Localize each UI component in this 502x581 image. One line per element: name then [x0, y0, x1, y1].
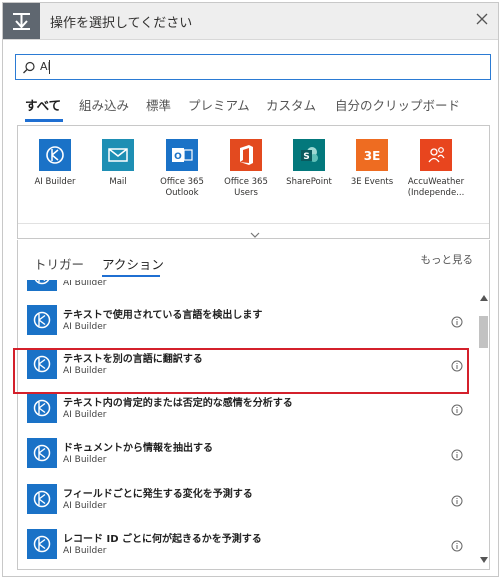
- tab-actions[interactable]: アクション: [102, 254, 164, 273]
- ai-builder-icon: [27, 280, 57, 291]
- dialog-title: 操作を選択してください: [50, 16, 193, 31]
- info-icon[interactable]: [451, 446, 463, 461]
- ai-builder-icon: [27, 484, 57, 514]
- connector-outlook[interactable]: O Office 365 Outlook: [149, 139, 215, 199]
- connector-label: AI Builder: [34, 177, 76, 187]
- connector-mail[interactable]: Mail: [85, 139, 151, 188]
- sharepoint-icon: S: [293, 139, 325, 171]
- action-connector: AI Builder: [63, 322, 107, 332]
- text-caret: [49, 60, 50, 74]
- info-icon[interactable]: [451, 537, 463, 552]
- connector-grid: AI Builder Mail O Office 365 Outlook Off…: [17, 125, 490, 239]
- tab-standard[interactable]: 標準: [146, 95, 171, 114]
- ai-builder-icon: [27, 393, 57, 423]
- action-title: ドキュメントから情報を抽出する: [63, 443, 213, 454]
- list-item[interactable]: レコード ID ごとに何が起きるかを予測する AI Builder: [18, 521, 476, 565]
- list-item[interactable]: フィールドごとに発生する変化を予測する AI Builder: [18, 476, 476, 520]
- action-title: フィールドごとに発生する変化を予測する: [63, 489, 253, 500]
- dialog-header: 操作を選択してください: [3, 3, 498, 40]
- divider: [18, 223, 489, 224]
- svg-text:O: O: [174, 152, 182, 162]
- accuweather-icon: [420, 139, 452, 171]
- office-icon: [230, 139, 262, 171]
- info-icon[interactable]: [451, 401, 463, 416]
- active-tab-indicator: [25, 119, 63, 122]
- connector-label: Office 365 Users: [224, 177, 268, 198]
- tab-premium[interactable]: プレミアム: [188, 95, 250, 114]
- svg-text:3E: 3E: [364, 149, 381, 163]
- scroll-up-arrow-icon[interactable]: [480, 286, 488, 305]
- list-item[interactable]: ドキュメントから情報を抽出する AI Builder: [18, 430, 476, 474]
- chevron-down-icon[interactable]: [248, 225, 262, 238]
- selected-action-highlight: [13, 348, 469, 394]
- ai-builder-icon: [39, 139, 71, 171]
- list-item[interactable]: テキストで使用されている言語を検出します AI Builder: [18, 297, 476, 341]
- info-icon[interactable]: [451, 492, 463, 507]
- info-icon[interactable]: [451, 313, 463, 328]
- action-connector: AI Builder: [63, 455, 107, 465]
- connector-label: Mail: [109, 177, 127, 187]
- tab-custom[interactable]: カスタム: [266, 95, 316, 114]
- mail-icon: [102, 139, 134, 171]
- scrollbar[interactable]: [477, 280, 489, 569]
- actions-panel: トリガー アクション もっと見る AI Builder テキストで使用されている…: [17, 240, 490, 570]
- tab-builtin[interactable]: 組み込み: [79, 95, 129, 114]
- action-list: AI Builder テキストで使用されている言語を検出します AI Build…: [18, 280, 476, 569]
- tab-clipboard[interactable]: 自分のクリップボード: [335, 95, 460, 114]
- action-title: レコード ID ごとに何が起きるかを予測する: [63, 534, 262, 545]
- step-icon: [3, 3, 40, 39]
- ai-builder-icon: [27, 438, 57, 468]
- search-input[interactable]: AI: [15, 54, 491, 80]
- scroll-down-arrow-icon[interactable]: [480, 548, 488, 567]
- list-item[interactable]: AI Builder: [18, 280, 476, 297]
- action-connector: AI Builder: [63, 501, 107, 511]
- see-more-link[interactable]: もっと見る: [421, 252, 474, 267]
- connector-label: SharePoint: [286, 177, 332, 187]
- 3e-events-icon: 3E: [356, 139, 388, 171]
- connector-office-users[interactable]: Office 365 Users: [213, 139, 279, 199]
- action-title: テキストで使用されている言語を検出します: [63, 310, 263, 321]
- action-title: テキスト内の肯定的または否定的な感情を分析する: [63, 398, 293, 409]
- connector-accuweather[interactable]: AccuWeather (Independe...: [403, 139, 469, 199]
- action-picker-dialog: 操作を選択してください AI すべて 組み込み 標準 プレミアム カスタム 自分…: [2, 2, 499, 577]
- ai-builder-icon: [27, 529, 57, 559]
- search-icon: [22, 60, 36, 74]
- connector-ai-builder[interactable]: AI Builder: [22, 139, 88, 188]
- active-subtab-indicator: [102, 275, 160, 277]
- connector-label: AccuWeather (Independe...: [407, 177, 465, 198]
- connector-label: Office 365 Outlook: [160, 177, 204, 198]
- connector-sharepoint[interactable]: S SharePoint: [276, 139, 342, 188]
- tab-triggers[interactable]: トリガー: [34, 254, 84, 273]
- action-connector: AI Builder: [63, 280, 107, 288]
- svg-text:S: S: [303, 152, 309, 162]
- action-connector: AI Builder: [63, 546, 107, 556]
- close-icon[interactable]: [474, 11, 490, 27]
- ai-builder-icon: [27, 305, 57, 335]
- connector-label: 3E Events: [350, 177, 394, 187]
- action-connector: AI Builder: [63, 410, 107, 420]
- outlook-icon: O: [166, 139, 198, 171]
- tab-all[interactable]: すべて: [25, 95, 61, 114]
- connector-3e-events[interactable]: 3E 3E Events: [339, 139, 405, 188]
- scrollbar-thumb[interactable]: [479, 316, 488, 348]
